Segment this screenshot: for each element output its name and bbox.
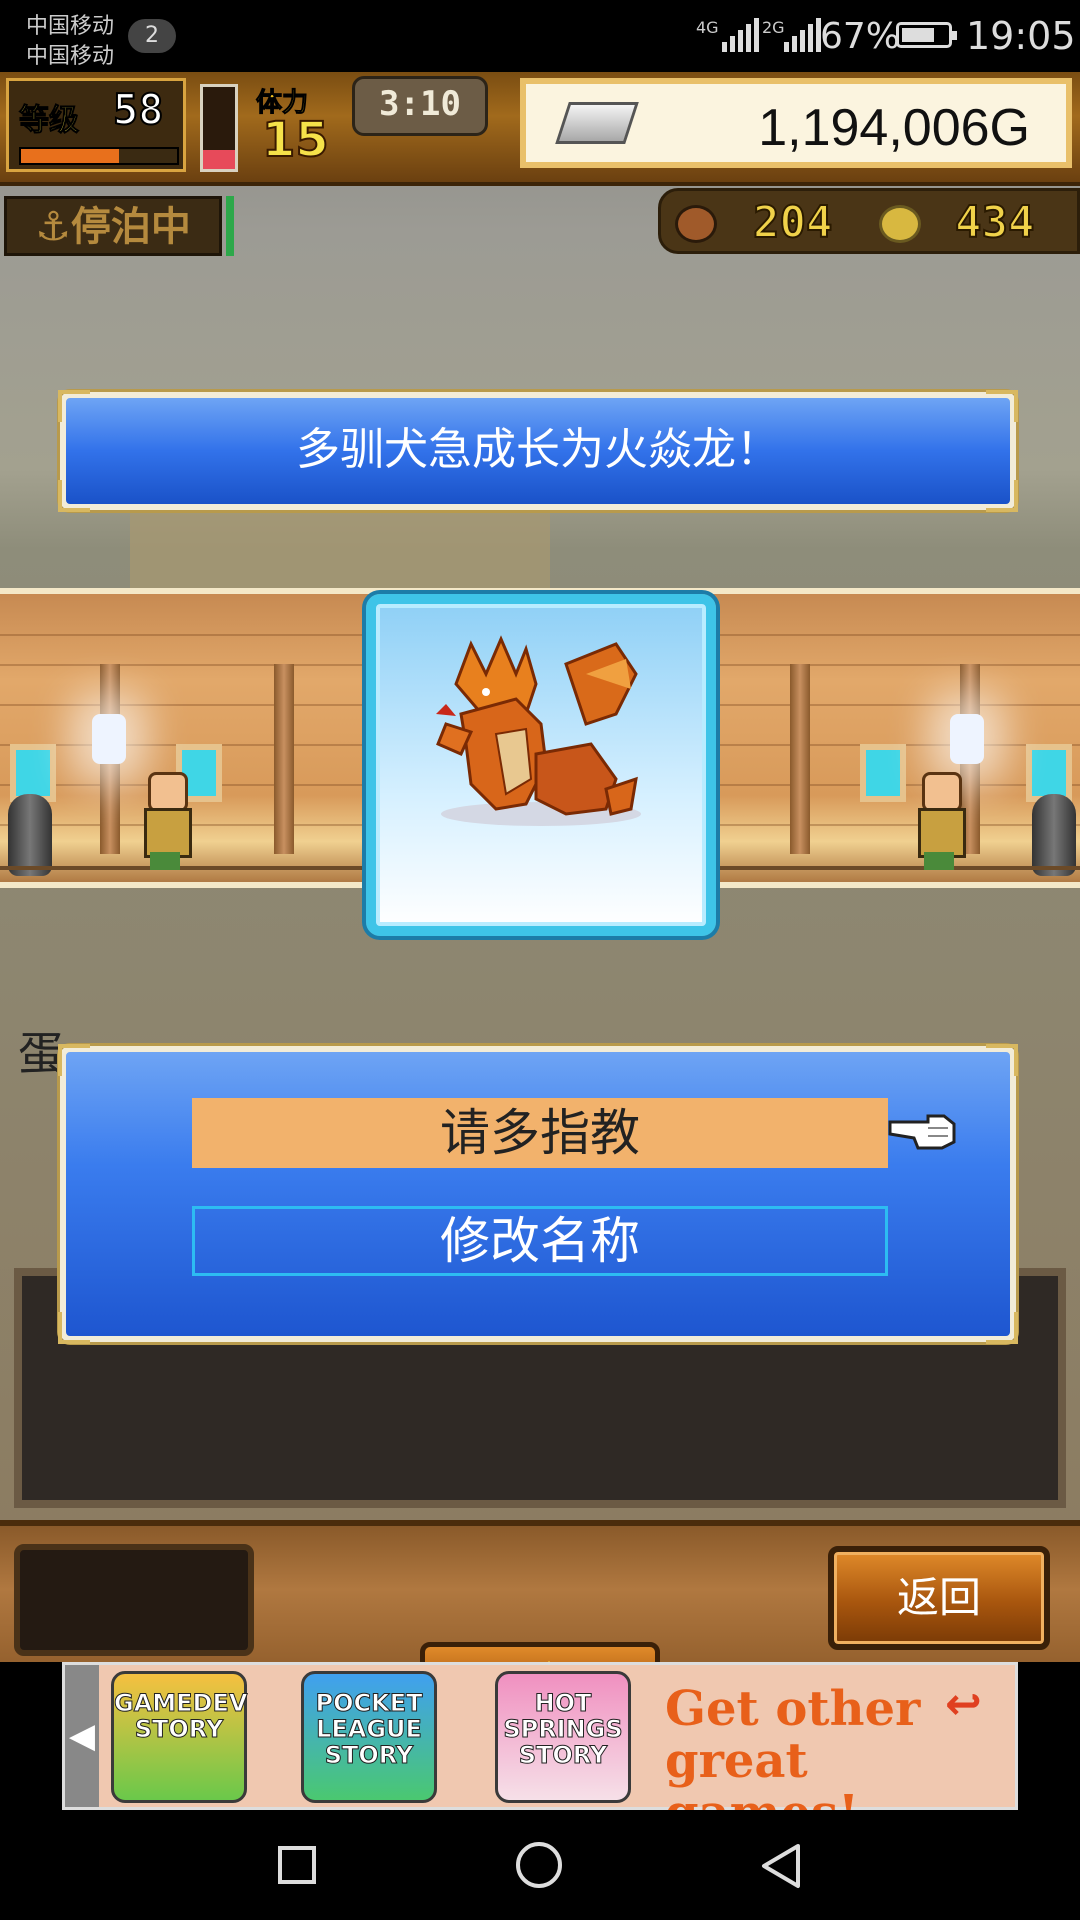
ad-tile-pocket-league[interactable]: POCKET LEAGUE STORY	[301, 1671, 437, 1803]
resource-panel: 204 434	[658, 188, 1080, 254]
choice-dialog: 请多指教 修改名称	[58, 1044, 1018, 1344]
level-value: 58	[112, 84, 165, 135]
vase-icon	[1032, 794, 1076, 876]
recent-apps-icon[interactable]	[278, 1846, 316, 1884]
level-label: 等级	[19, 103, 80, 139]
fire-dragon-icon	[436, 635, 641, 826]
back-nav-icon[interactable]	[758, 1842, 804, 1890]
exp-bar	[19, 147, 179, 165]
signal-icon-2	[784, 18, 821, 52]
lamp-icon	[92, 714, 126, 764]
empty-slot	[14, 1544, 254, 1656]
dock-status: ⚓停泊中	[4, 196, 222, 256]
food-count: 204	[752, 196, 833, 249]
level-box: 等级 58	[6, 78, 186, 172]
gold-panel: 1,194,006G	[520, 78, 1072, 168]
back-button[interactable]: 返回	[828, 1546, 1050, 1650]
stamina-value: 15	[261, 111, 330, 169]
pointing-hand-icon	[888, 1114, 956, 1150]
ad-prev-arrow-icon[interactable]: ◀	[65, 1665, 99, 1807]
dock-status-label: 停泊中	[70, 204, 191, 250]
vase-icon	[8, 794, 52, 876]
top-hud: 等级 58 体力 15 3:10 1,194,006G	[0, 72, 1080, 186]
battery-percent: 67%	[820, 16, 901, 57]
food-icon	[675, 205, 717, 243]
medal-icon	[879, 205, 921, 243]
status-bar: 中国移动 中国移动 2 4G 2G 67% 19:05	[0, 0, 1080, 72]
home-icon[interactable]	[516, 1842, 562, 1888]
battery-icon	[896, 22, 957, 48]
dock-status-stripe	[226, 196, 234, 256]
clock: 19:05	[966, 14, 1076, 58]
scroll-up-button[interactable]	[420, 1642, 660, 1662]
signal-icon	[722, 18, 759, 52]
monster-portrait	[366, 594, 716, 936]
silver-bar-icon	[555, 102, 639, 144]
return-arrow-icon: ↩	[945, 1679, 982, 1730]
stamina-timer: 3:10	[352, 76, 488, 136]
rename-option-button[interactable]: 修改名称	[192, 1206, 888, 1276]
game-area: 等级 58 体力 15 3:10 1,194,006G ⚓停泊中 204 434…	[0, 72, 1080, 1662]
notification-badge: 2	[128, 19, 176, 53]
carrier-label-1: 中国移动	[26, 14, 115, 39]
crew-member-right	[910, 772, 968, 876]
network-2g-label: 2G	[762, 18, 785, 37]
exp-bar-fill	[21, 149, 120, 163]
medal-count: 434	[954, 196, 1035, 249]
evolution-banner: 多驯犬急成长为火焱龙！	[58, 390, 1018, 512]
evolution-message: 多驯犬急成长为火焱龙！	[296, 424, 780, 475]
stamina-bar	[200, 84, 238, 172]
ad-tile-gamedev[interactable]: GAMEDEV STORY	[111, 1671, 248, 1803]
navigation-bar	[0, 1810, 1080, 1920]
lamp-icon	[950, 714, 984, 764]
gold-amount: 1,194,006G	[758, 99, 1030, 157]
stamina-bar-fill	[203, 150, 235, 169]
crew-member-left	[136, 772, 194, 876]
ad-banner[interactable]: ◀ GAMEDEV STORY POCKET LEAGUE STORY HOT …	[62, 1662, 1018, 1839]
network-4g-label: 4G	[696, 18, 719, 37]
ad-tile-hot-springs[interactable]: HOT SPRINGS STORY	[495, 1671, 631, 1803]
carrier-label-2: 中国移动	[26, 44, 115, 69]
confirm-option-button[interactable]: 请多指教	[192, 1098, 888, 1168]
